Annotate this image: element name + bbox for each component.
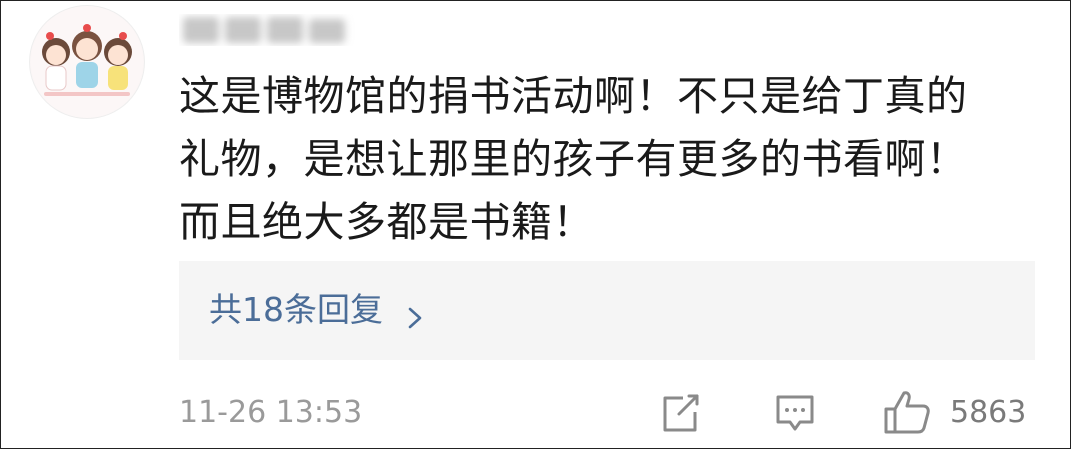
timestamp: 11-26 13:53 [179, 395, 363, 430]
avatar-illustration [31, 6, 143, 118]
share-icon[interactable] [659, 392, 701, 434]
thumbs-up-icon[interactable] [883, 389, 931, 435]
avatar[interactable] [29, 5, 145, 119]
comment-line: 而且绝大多都是书籍！ [179, 198, 594, 246]
comment-line: 这是博物馆的捐书活动啊！不只是给丁真的 [179, 72, 968, 120]
blurred-username [183, 17, 345, 43]
like-count: 5863 [950, 395, 1027, 430]
replies-panel: 共18条回复 [179, 261, 1035, 360]
comment-footer: 11-26 13:53 5863 [179, 389, 1039, 435]
chevron-right-icon [405, 297, 425, 329]
comment-icon[interactable] [774, 392, 816, 434]
replies-count-label: 共18条回复 [209, 290, 383, 329]
comment-text: 这是博物馆的捐书活动啊！不只是给丁真的 礼物，是想让那里的孩子有更多的书看啊！ … [179, 65, 1059, 254]
comment-card: 这是博物馆的捐书活动啊！不只是给丁真的 礼物，是想让那里的孩子有更多的书看啊！ … [0, 0, 1071, 449]
view-replies-link[interactable]: 共18条回复 [209, 287, 425, 333]
username-blurred[interactable] [179, 9, 359, 47]
comment-line: 礼物，是想让那里的孩子有更多的书看啊！ [179, 135, 968, 183]
